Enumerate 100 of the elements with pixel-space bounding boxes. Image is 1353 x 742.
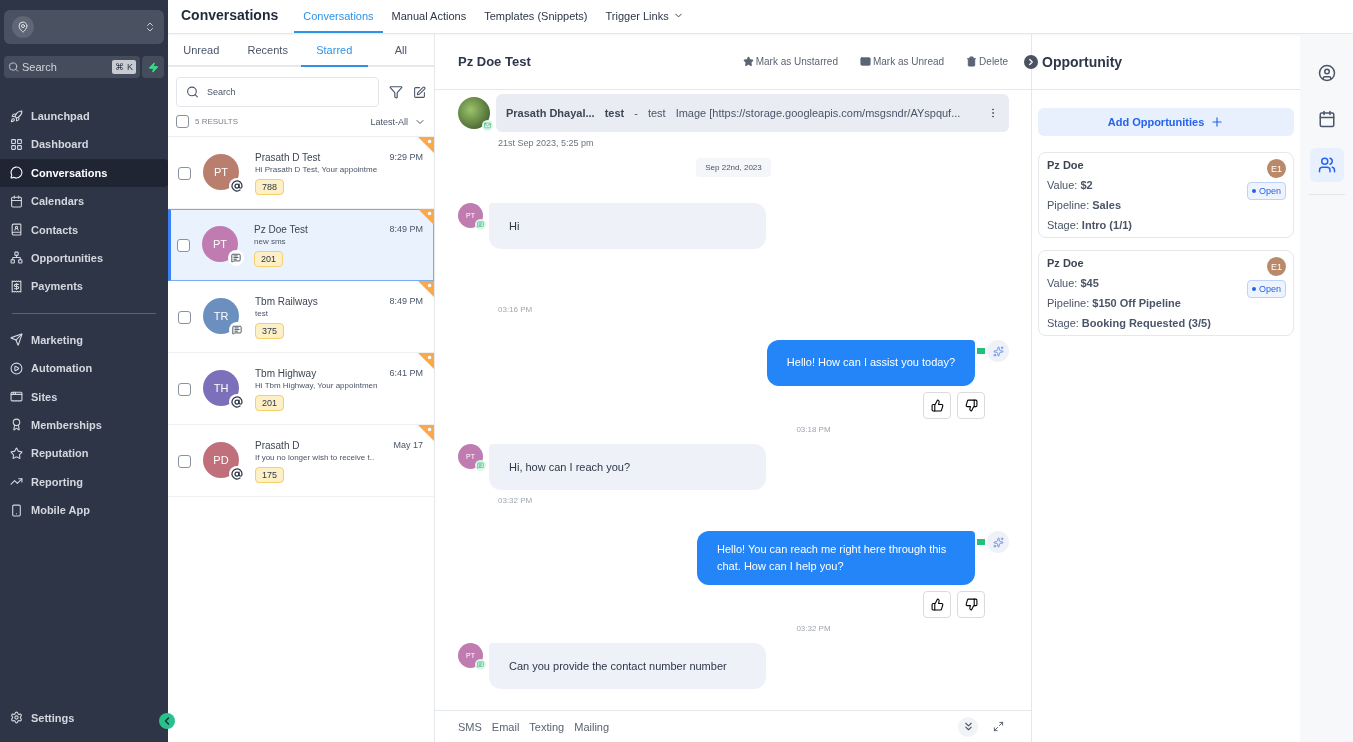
at-sign-icon xyxy=(229,178,245,194)
filter-tab[interactable]: All xyxy=(367,34,434,67)
people-network-icon xyxy=(1317,156,1336,174)
select-all-checkbox[interactable] xyxy=(176,115,189,128)
plus-icon xyxy=(1210,115,1225,129)
time: May 17 xyxy=(393,439,423,451)
star-icon xyxy=(742,56,754,67)
action-button[interactable]: Delete xyxy=(966,56,1008,67)
channel-tab[interactable]: SMS xyxy=(458,720,482,733)
action-button[interactable]: Mark as Unread xyxy=(859,56,945,67)
chevron-icon xyxy=(1026,56,1036,67)
calendar-icon xyxy=(1317,110,1336,128)
chat-bubble-icon xyxy=(10,166,23,180)
contact-name: Tbm Railways xyxy=(255,295,318,307)
chevrons-icon xyxy=(144,21,156,33)
timestamp: 03:16 PM xyxy=(498,305,533,314)
thumbs-up-button[interactable] xyxy=(923,591,951,619)
opportunity-card[interactable]: Pz Doe Value: $45 Pipeline: $150 Off Pipeline Stage: Booking Requested (3/5) E1 Open xyxy=(1038,250,1294,336)
nav-item[interactable]: Sites xyxy=(0,382,168,411)
lightning-button[interactable] xyxy=(142,56,164,78)
count-tag: 788 xyxy=(255,178,285,195)
add-opportunities-button[interactable]: Add Opportunities xyxy=(1038,108,1294,136)
filter-icon[interactable] xyxy=(389,85,403,99)
nav-item[interactable]: Conversations xyxy=(0,158,168,187)
conversation-item[interactable]: PT Pz Doe Test 8:49 PM new sms 201 xyxy=(168,209,434,281)
trash-icon xyxy=(966,56,978,67)
opportunity-detail: Pipeline: Sales xyxy=(1047,199,1122,211)
nav-item[interactable]: Mobile App xyxy=(0,496,168,525)
message-bubble: Can you provide the contact number number xyxy=(489,643,766,690)
email-message-card[interactable]: Prasath Dhayal... test - test Image [https://storage.googleapis.com/msgsndr/AYspquf... xyxy=(496,94,1009,132)
expand-icon xyxy=(992,721,1004,732)
timestamp: 03:32 PM xyxy=(796,624,831,634)
contact-name: Prasath D Test xyxy=(255,151,321,163)
nav-item[interactable]: Settings xyxy=(0,703,85,732)
nav-item[interactable]: Automation xyxy=(0,354,168,383)
collapse-panel-button[interactable] xyxy=(1024,54,1038,69)
nav-item[interactable]: Reputation xyxy=(0,439,168,468)
time: 9:29 PM xyxy=(389,151,423,163)
opportunity-name: Pz Doe xyxy=(1047,257,1084,269)
nav-tab[interactable]: Templates (Snippets) xyxy=(475,0,597,33)
channel-tab[interactable]: Email xyxy=(491,720,520,733)
search-field[interactable]: Search xyxy=(176,77,379,107)
channel-tab[interactable]: Mailing xyxy=(574,720,610,733)
checkbox[interactable] xyxy=(178,454,191,468)
message-bubble: Hi, how can I reach you? xyxy=(489,444,766,490)
envelope-icon xyxy=(482,120,493,131)
opportunity-detail: Stage: Booking Requested (3/5) xyxy=(1047,317,1212,329)
conversation-item[interactable]: TH Tbm Highway 6:41 PM Hi Tbm Highway, Your appointmen 201 xyxy=(168,353,434,425)
nav-item[interactable]: Dashboard xyxy=(0,130,168,159)
nav-tab[interactable]: Manual Actions xyxy=(382,0,476,33)
filter-tab[interactable]: Unread xyxy=(168,34,235,67)
opportunity-card[interactable]: Pz Doe Value: $2 Pipeline: Sales Stage: Intro (1/1) E1 Open xyxy=(1038,152,1294,238)
scroll-down-button[interactable] xyxy=(958,716,978,737)
side-panel-button[interactable] xyxy=(1309,148,1344,182)
conversation-item[interactable]: TR Tbm Railways 8:49 PM test 375 xyxy=(168,281,434,353)
nav-item[interactable]: Contacts xyxy=(0,215,168,244)
thumbs-up-button[interactable] xyxy=(923,392,951,419)
nav-item[interactable]: Memberships xyxy=(0,410,168,439)
checkbox[interactable] xyxy=(178,310,191,324)
search-icon xyxy=(8,61,19,73)
nav-item[interactable]: Calendars xyxy=(0,187,168,216)
collapse-button[interactable] xyxy=(159,713,175,729)
time: 8:49 PM xyxy=(389,223,423,235)
results-count: 5 RESULTS xyxy=(195,117,238,126)
nav-item[interactable]: Launchpad xyxy=(0,102,168,130)
nav-item[interactable]: Opportunities xyxy=(0,243,168,272)
receipt-icon xyxy=(10,279,23,293)
status-tag: Open xyxy=(1246,280,1286,298)
search-icon xyxy=(186,85,199,99)
thumbs-down-button[interactable] xyxy=(957,392,985,419)
opportunity-name: Pz Doe xyxy=(1047,159,1084,171)
message-preview: new sms xyxy=(254,236,287,246)
sender-name: Prasath Dhayal... xyxy=(506,107,595,119)
email-body: test xyxy=(647,107,666,119)
nav-tab[interactable]: Trigger Links xyxy=(596,0,693,33)
checkbox[interactable] xyxy=(178,166,191,180)
thumbs-down-icon xyxy=(964,598,978,612)
timestamp: 03:32 PM xyxy=(498,496,533,505)
count-tag: 175 xyxy=(255,466,285,483)
paper-plane-icon xyxy=(10,333,23,347)
checkbox[interactable] xyxy=(178,382,191,396)
sparkles-icon xyxy=(992,345,1004,357)
sort-dropdown[interactable]: Latest-All xyxy=(370,115,426,128)
compose-icon[interactable] xyxy=(413,85,426,99)
envelope-icon xyxy=(859,56,871,67)
conversation-item[interactable]: PT Prasath D Test 9:29 PM Hi Prasath D Test, Your appointme 788 xyxy=(168,137,434,209)
nav-item[interactable]: Reporting xyxy=(0,467,168,496)
checkbox[interactable] xyxy=(177,238,190,252)
channel-tab[interactable]: Texting xyxy=(529,720,565,733)
action-button[interactable]: Mark as Unstarred xyxy=(742,56,838,67)
filter-tab[interactable]: Recents xyxy=(234,34,301,67)
conversation-item[interactable]: PD Prasath D May 17 If you no longer wish to receive t.. 175 xyxy=(168,425,434,497)
message-bubble: Hello! How can I assist you today? xyxy=(766,340,975,386)
opportunity-detail: Value: $2 xyxy=(1047,179,1094,191)
at-sign-icon xyxy=(229,394,245,410)
account-switcher[interactable] xyxy=(4,10,164,44)
thumbs-down-button[interactable] xyxy=(957,591,985,619)
nav-item[interactable]: Payments xyxy=(0,272,168,301)
nav-item[interactable]: Marketing xyxy=(0,325,168,354)
message-preview: test xyxy=(255,308,269,318)
